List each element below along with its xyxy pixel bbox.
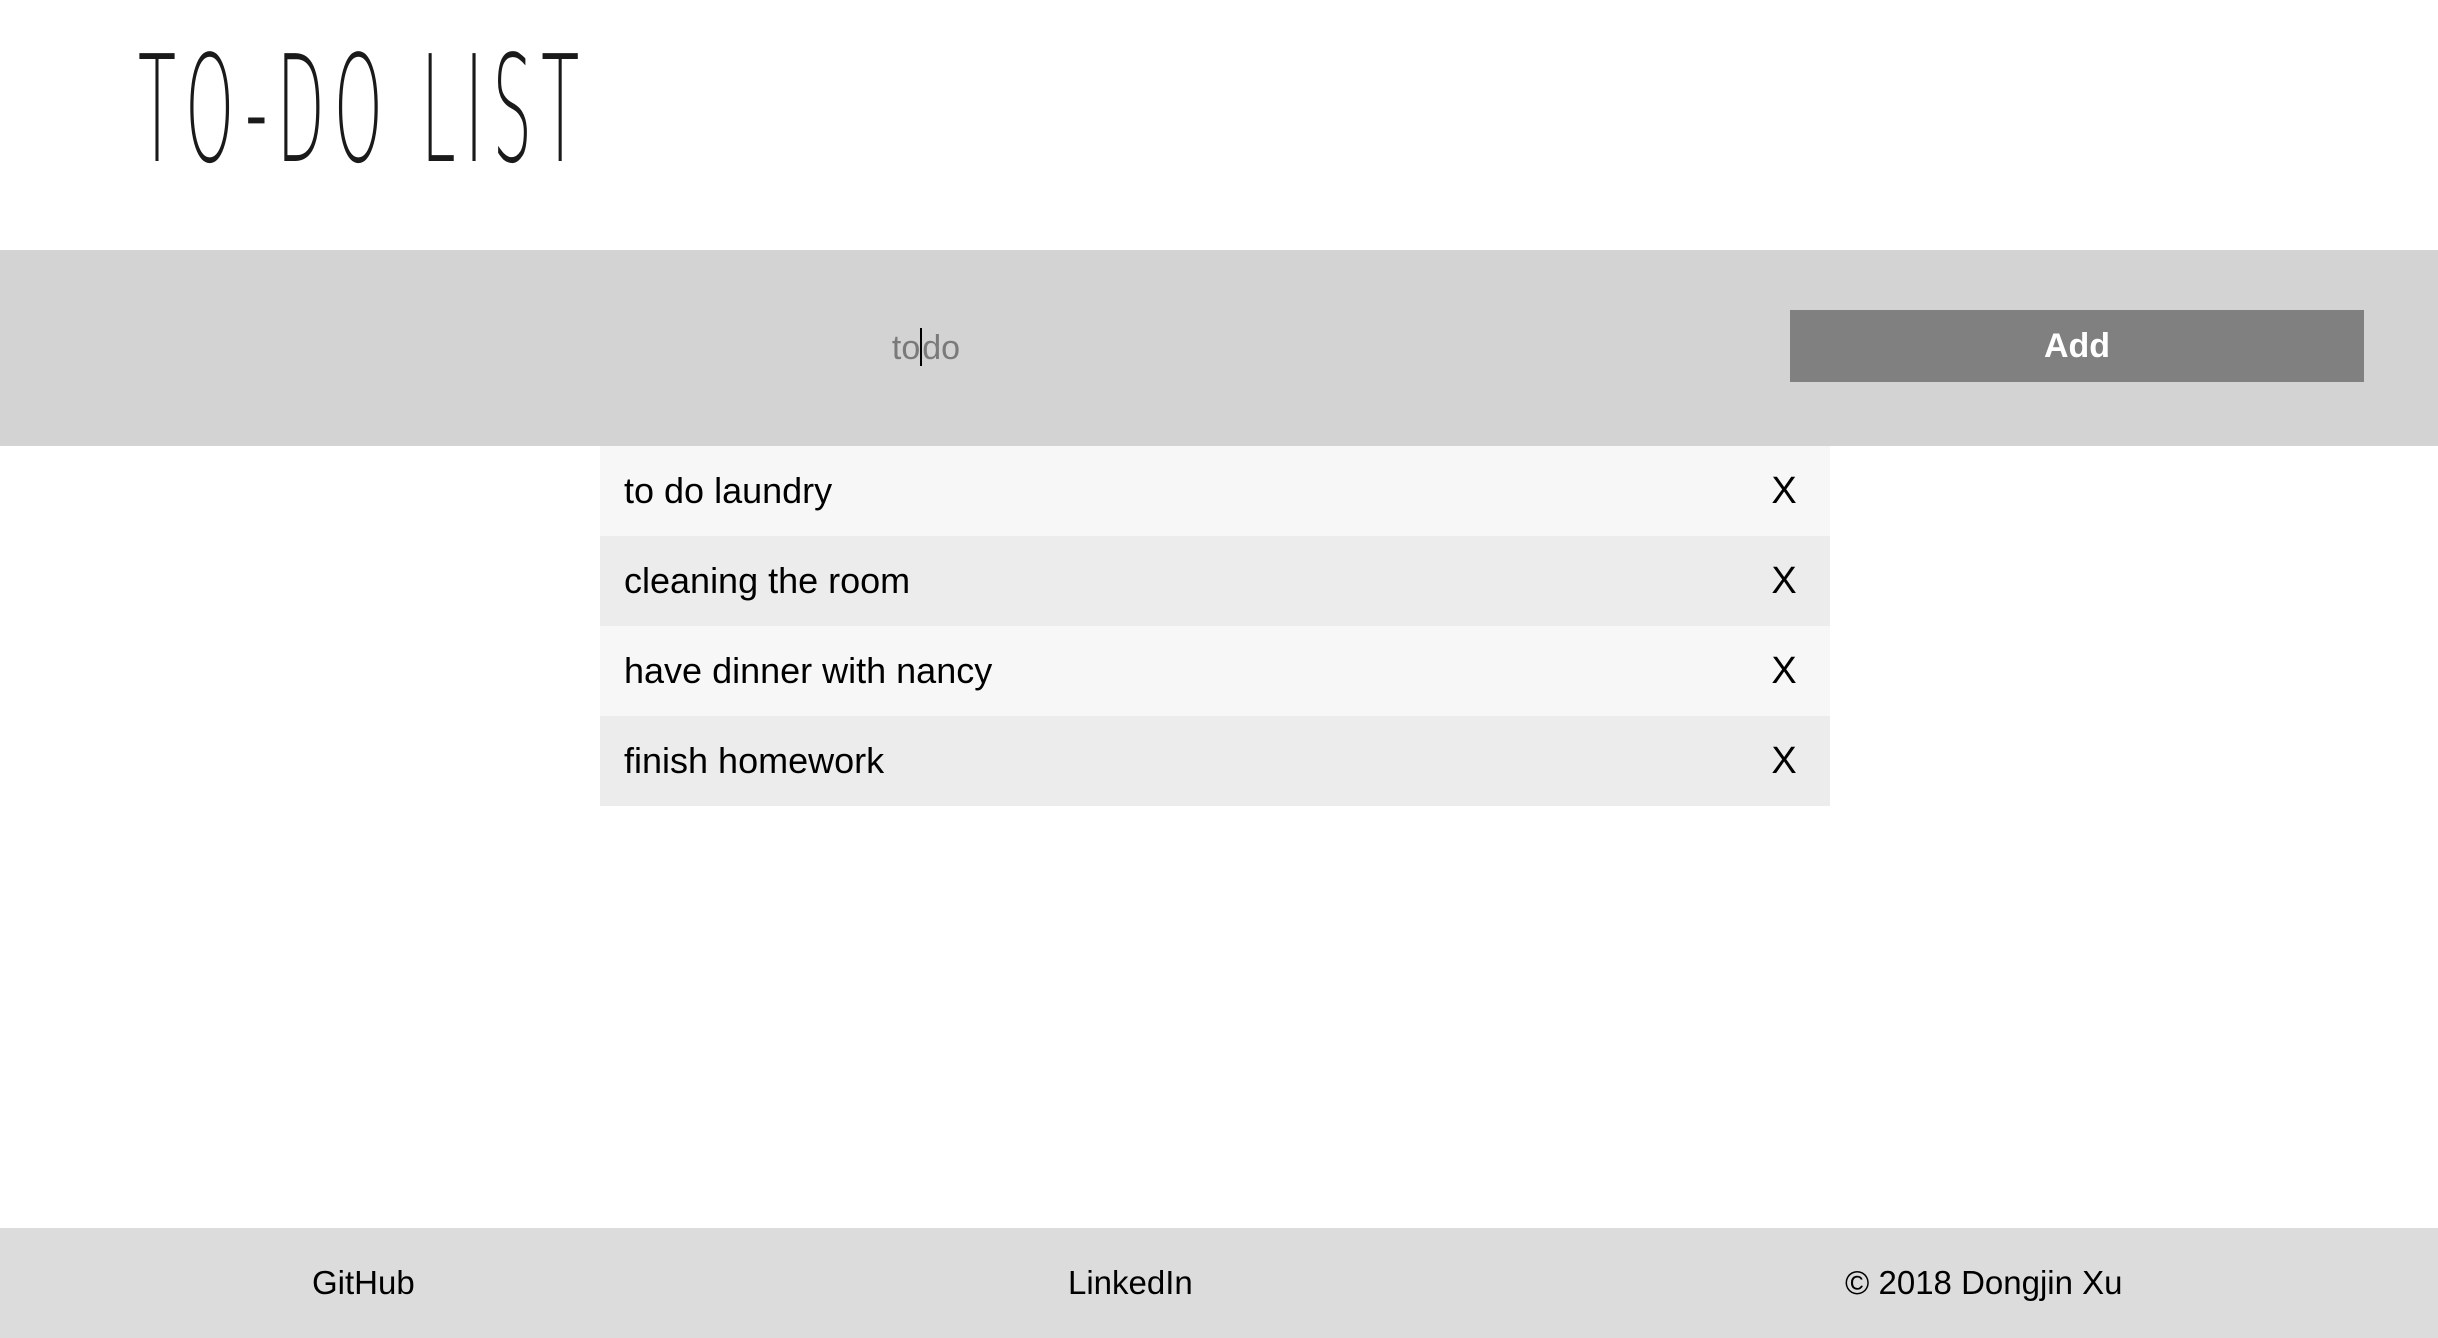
todo-list: to do laundry X cleaning the room X have… (600, 446, 1830, 806)
text-caret (920, 328, 923, 366)
todo-input-text-after: do (922, 328, 961, 367)
delete-button[interactable]: X (1754, 470, 1814, 513)
delete-button[interactable]: X (1754, 740, 1814, 783)
add-button[interactable]: Add (1790, 310, 2364, 382)
todo-item-label: finish homework (624, 740, 885, 781)
delete-button[interactable]: X (1754, 560, 1814, 603)
github-link[interactable]: GitHub (312, 1264, 415, 1302)
list-item: have dinner with nancy X (600, 626, 1830, 716)
header: TO-DO LIST (0, 0, 2438, 250)
todo-input[interactable]: to do (0, 250, 1852, 446)
list-item: to do laundry X (600, 446, 1830, 536)
todo-input-text-before: to (891, 328, 921, 367)
list-item: finish homework X (600, 716, 1830, 806)
footer: GitHub LinkedIn © 2018 Dongjin Xu (0, 1228, 2438, 1338)
page-title-text: TO-DO LIST (138, 24, 589, 196)
todo-item-label: have dinner with nancy (624, 650, 993, 691)
todo-app: TO-DO LIST to do Add to do laundry X clea… (0, 0, 2438, 1338)
footer-linkedin: LinkedIn (1068, 1228, 1193, 1338)
delete-button[interactable]: X (1754, 650, 1814, 693)
copyright: © 2018 Dongjin Xu (1845, 1264, 2123, 1301)
todo-item-label: cleaning the room (624, 560, 911, 601)
list-item: cleaning the room X (600, 536, 1830, 626)
todo-item-label: to do laundry (624, 470, 833, 511)
page-title: TO-DO LIST (138, 24, 588, 196)
linkedin-link[interactable]: LinkedIn (1068, 1264, 1193, 1302)
footer-github: GitHub (312, 1228, 415, 1338)
